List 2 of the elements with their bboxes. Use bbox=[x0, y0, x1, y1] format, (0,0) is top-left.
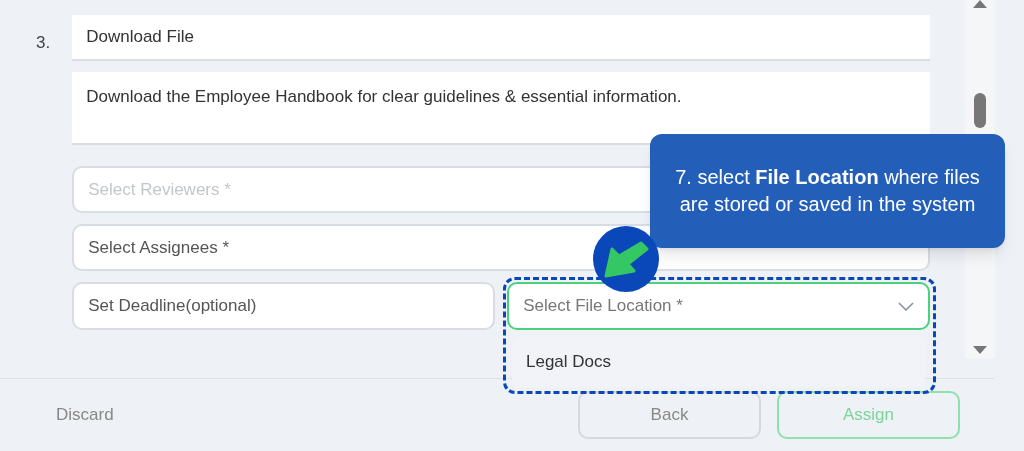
tooltip: 7. select File Location where files are stored or saved in the system bbox=[650, 134, 1005, 248]
step-number: 3. bbox=[36, 32, 51, 54]
